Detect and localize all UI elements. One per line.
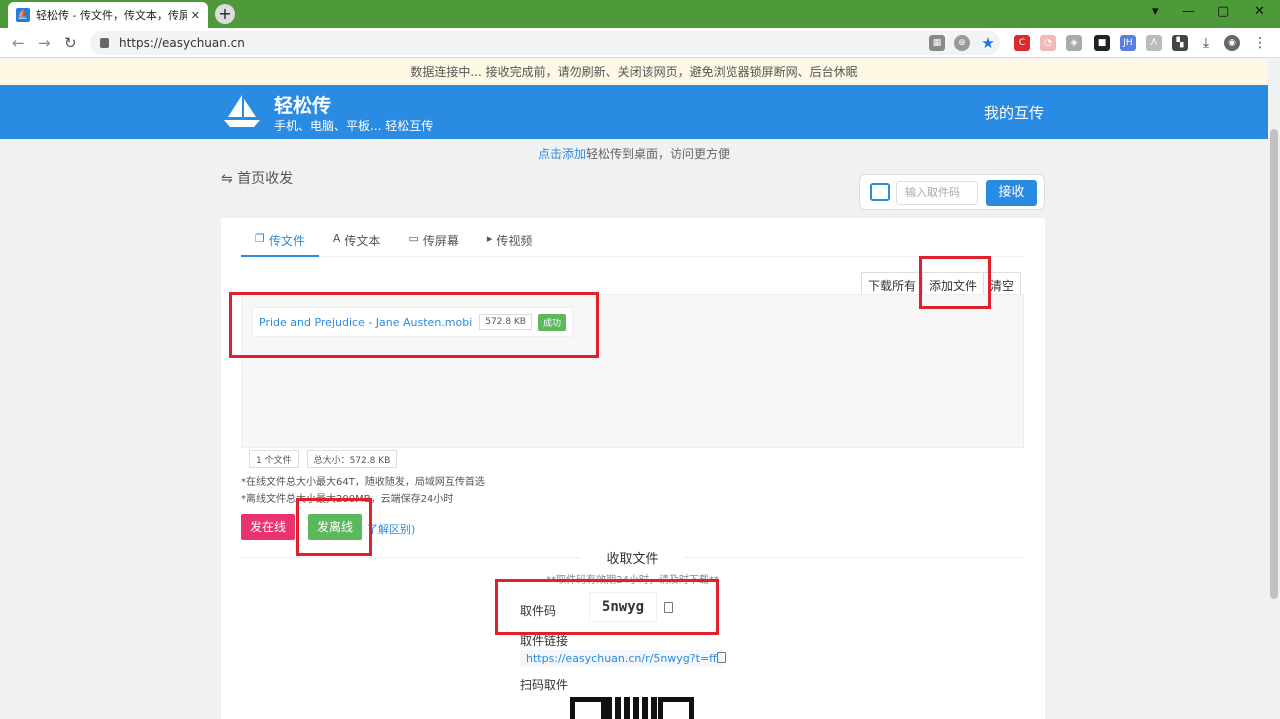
online-note: *在线文件总大小最大64T，随收随发，局域网互传首选: [241, 477, 485, 488]
add-to-desktop-hint: 点击添加轻松传到桌面，访问更方便: [0, 145, 1268, 162]
file-count: 1 个文件: [249, 450, 299, 468]
browser-tab-bar: ⛵ 轻松传 - 传文件，传文本，传屏幕 ✕ + ▾ — ▢ ✕: [0, 0, 1280, 28]
highlight-pickup-code: [495, 579, 719, 635]
back-icon[interactable]: ←: [12, 34, 25, 52]
highlight-add-file: [919, 256, 991, 309]
page-scrollbar[interactable]: [1268, 59, 1280, 719]
reload-icon[interactable]: ↻: [64, 34, 77, 52]
sailboat-favicon-icon: ⛵: [16, 8, 30, 22]
lock-icon: [100, 38, 109, 48]
connection-notice: 数据连接中... 接收完成前，请勿刷新、关闭该网页，避免浏览器锁屏断网、后台休眠: [0, 59, 1268, 85]
site-header: 轻松传 手机、电脑、平板... 轻松互传 我的互传: [0, 85, 1268, 139]
extension-grid-icon[interactable]: ▚: [1172, 35, 1188, 51]
tab-title: 轻松传 - 传文件，传文本，传屏幕: [36, 9, 187, 22]
maximize-icon[interactable]: ▢: [1217, 4, 1229, 19]
file-list-footer: 1 个文件 总大小：572.8 KB: [241, 447, 1024, 470]
text-icon: A: [332, 232, 341, 245]
qr-code-icon[interactable]: ▦: [929, 35, 945, 51]
window-close-icon[interactable]: ✕: [1254, 4, 1265, 19]
add-to-desktop-link[interactable]: 点击添加: [538, 147, 586, 161]
extension-jh-icon[interactable]: JH: [1120, 35, 1136, 51]
menu-kebab-icon[interactable]: ⋮: [1252, 35, 1268, 51]
scrollbar-thumb[interactable]: [1270, 129, 1278, 599]
receive-button[interactable]: 接收: [986, 180, 1037, 206]
tab-search-icon[interactable]: ▾: [1152, 4, 1159, 19]
tab-label: 传视频: [496, 234, 533, 248]
highlight-uploaded-file: [229, 292, 599, 358]
tab-close-icon[interactable]: ✕: [191, 9, 200, 22]
tab-send-screen[interactable]: ▭ 传屏幕: [394, 228, 472, 257]
send-online-button[interactable]: 发在线: [241, 514, 295, 540]
brand-subtitle: 手机、电脑、平板... 轻松互传: [274, 119, 434, 133]
extension-badge-icon[interactable]: ■: [1094, 35, 1110, 51]
download-icon[interactable]: ⤓: [1198, 35, 1214, 51]
sailboat-logo-icon: [224, 95, 260, 127]
minimize-icon[interactable]: —: [1182, 4, 1195, 19]
bookmark-star-icon[interactable]: ★: [980, 34, 996, 52]
tab-label: 传文本: [344, 234, 381, 248]
tab-label: 传屏幕: [422, 234, 459, 248]
tab-send-file[interactable]: ❐ 传文件: [241, 228, 319, 257]
profile-avatar-icon[interactable]: ◉: [1224, 35, 1240, 51]
screen-icon: ▭: [408, 232, 419, 245]
forward-icon[interactable]: →: [38, 34, 51, 52]
extension-c-icon[interactable]: C: [1014, 35, 1030, 51]
video-icon: ▸: [486, 232, 493, 245]
transfer-tabs: ❐ 传文件 A 传文本 ▭ 传屏幕 ▸ 传视频: [241, 228, 1024, 257]
extension-lambda-icon[interactable]: Λ: [1146, 35, 1162, 51]
file-icon: ❐: [255, 232, 265, 245]
total-size: 总大小：572.8 KB: [306, 450, 398, 468]
page-title: ⇋ 首页收发: [221, 171, 294, 187]
extension-shield-icon[interactable]: ◈: [1066, 35, 1082, 51]
tab-send-text[interactable]: A 传文本: [319, 228, 395, 257]
new-tab-icon[interactable]: +: [215, 4, 235, 24]
tab-send-video[interactable]: ▸ 传视频: [473, 228, 547, 257]
address-bar: ← → ↻ https://easychuan.cn ▦ ⊕ ★ C ◔ ◈ ■…: [0, 28, 1280, 58]
zoom-icon[interactable]: ⊕: [954, 35, 970, 51]
url-field[interactable]: https://easychuan.cn: [90, 31, 1000, 55]
pickup-code-input[interactable]: 输入取件码: [896, 181, 978, 205]
scan-icon[interactable]: [870, 183, 890, 201]
learn-difference-link[interactable]: 了解区别): [367, 521, 415, 537]
brand-name[interactable]: 轻松传: [274, 91, 331, 118]
pickup-link[interactable]: https://easychuan.cn/r/5nwyg?t=ff: [520, 650, 723, 667]
add-hint-text: 轻松传到桌面，访问更方便: [586, 147, 731, 161]
qr-label: 扫码取件: [520, 678, 569, 692]
tab-label: 传文件: [268, 234, 305, 248]
receive-box: 输入取件码 接收: [859, 174, 1045, 210]
extension-cat-icon[interactable]: ◔: [1040, 35, 1056, 51]
browser-tab[interactable]: ⛵ 轻松传 - 传文件，传文本，传屏幕 ✕: [8, 2, 208, 28]
highlight-send-offline: [296, 498, 372, 556]
pickup-qr-code: [570, 697, 694, 719]
copy-link-icon[interactable]: [717, 652, 726, 663]
my-transfers-link[interactable]: 我的互传: [984, 102, 1044, 123]
url-text: https://easychuan.cn: [119, 36, 245, 50]
